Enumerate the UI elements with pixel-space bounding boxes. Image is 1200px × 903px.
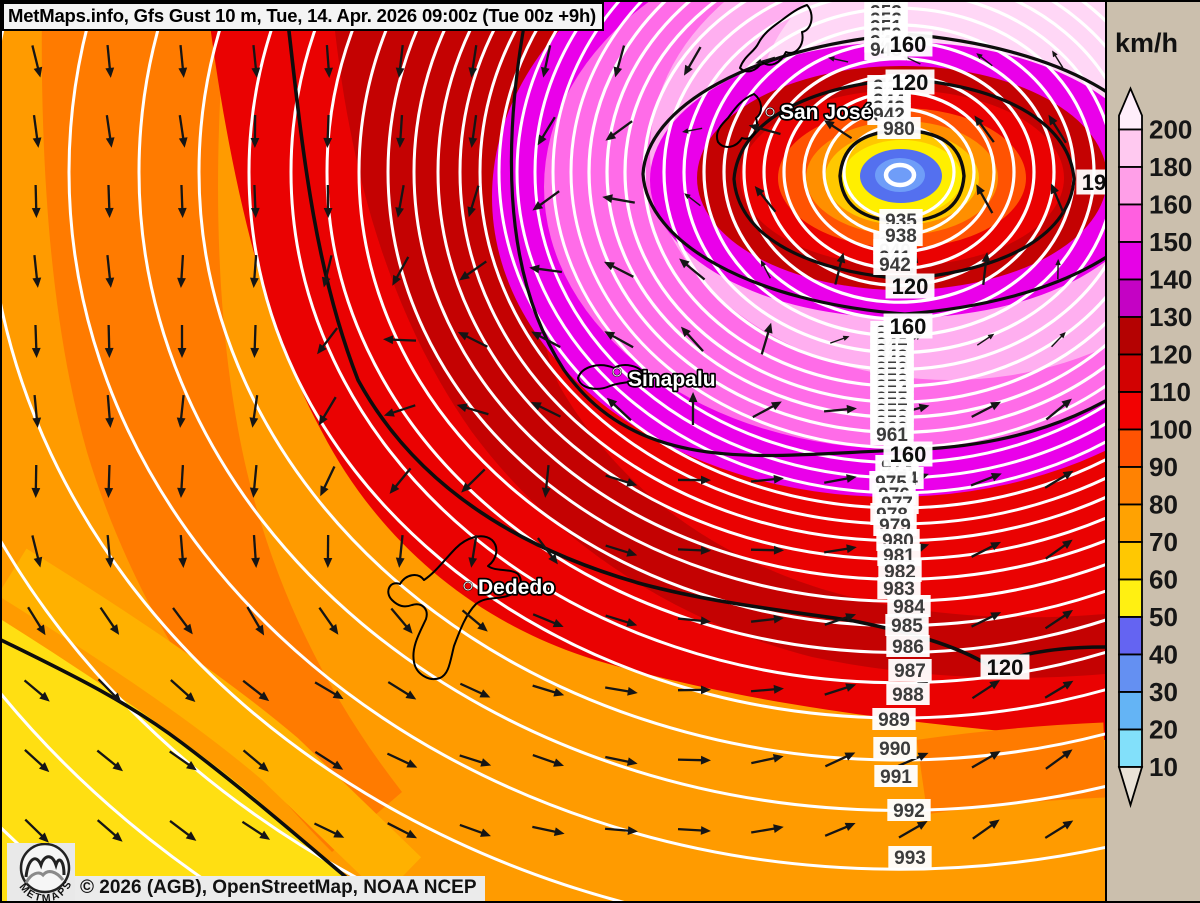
legend-tick-label: 70 [1149,527,1178,557]
legend-color-box [1119,617,1142,655]
contour-label: 160 [890,442,927,467]
legend-tick-label: 110 [1149,377,1191,407]
gust-region-dark-orange-southeast [922,760,1105,777]
title-bar: MetMaps.info, Gfs Gust 10 m, Tue, 14. Ap… [2,2,604,31]
contour-label: 120 [892,274,929,299]
legend-color-box [1119,655,1142,693]
legend-color-box [1119,317,1142,355]
legend-color-box [1119,167,1142,205]
legend-arrow-top [1119,89,1142,130]
legend-tick-label: 150 [1149,227,1192,257]
legend-color-box [1119,730,1142,768]
legend-tick-label: 100 [1149,415,1192,445]
isobar-label: 992 [893,801,925,822]
legend-tick-label: 60 [1149,565,1178,595]
isobar-label: 980 [883,119,915,140]
contour-label: 160 [890,314,927,339]
legend-tick-label: 200 [1149,115,1192,145]
place-label: Sinapalu [628,368,716,391]
legend-color-box [1119,205,1142,243]
legend-tick-label: 120 [1149,340,1192,370]
legend-tick-label: 10 [1149,752,1178,782]
isobar-label: 987 [894,661,926,682]
legend-color-box [1119,355,1142,393]
legend-color-box [1119,430,1142,468]
legend-tick-label: 50 [1149,602,1178,632]
legend-color-box [1119,580,1142,618]
legend-colorbar: 200 180 160 150 140 130 120 110 100 90 80 70 60 50 40 3… [1107,2,1200,901]
legend-tick-label: 40 [1149,640,1178,670]
isobar-label: 991 [880,767,912,788]
contour-label: 120 [987,655,1024,680]
legend-tick-label: 30 [1149,677,1178,707]
isobar-label: 988 [892,685,924,706]
isobar-label: 990 [879,739,911,760]
contour-label: 19 [1082,170,1105,195]
isobar-label: 989 [878,710,910,731]
legend-tick-label: 80 [1149,490,1178,520]
legend-color-box [1119,542,1142,580]
legend-tick-label: 130 [1149,302,1192,332]
legend-panel: km/h 20018016015014013012011010090807060… [1105,2,1200,901]
metmaps-logo-svg: METMAPS [7,843,75,901]
isobar-label: 986 [892,637,924,658]
metmaps-logo: METMAPS [7,843,75,901]
legend-tick-label: 90 [1149,452,1178,482]
legend-tick-label: 20 [1149,715,1178,745]
legend-tick-label: 160 [1149,190,1192,220]
gust-map-svg: 9549539529519509499489469459449439429399… [2,2,1105,901]
isobar-label: 993 [894,848,926,869]
legend-tick-label: 140 [1149,265,1192,295]
legend-tick-label: 180 [1149,152,1192,182]
legend-color-box [1119,280,1142,318]
place-label: Dededo [478,576,555,599]
weather-map-screenshot: 9549539529519509499489469459449439429399… [0,0,1200,903]
legend-color-box [1119,692,1142,730]
legend-arrow-bottom [1119,767,1142,805]
isobar-label: 938 [885,226,917,247]
contour-label: 120 [892,70,929,95]
isobar-label: 985 [891,616,923,637]
legend-color-box [1119,242,1142,280]
isobar-label: 942 [879,255,911,276]
legend-color-box [1119,505,1142,543]
legend-color-box [1119,130,1142,168]
legend-color-box [1119,467,1142,505]
map-area: 9549539529519509499489469459449439429399… [2,2,1105,901]
contour-label: 160 [890,32,927,57]
copyright-bar: © 2026 (AGB), OpenStreetMap, NOAA NCEP [74,876,485,901]
place-label: San José [780,101,872,124]
legend-color-box [1119,392,1142,430]
